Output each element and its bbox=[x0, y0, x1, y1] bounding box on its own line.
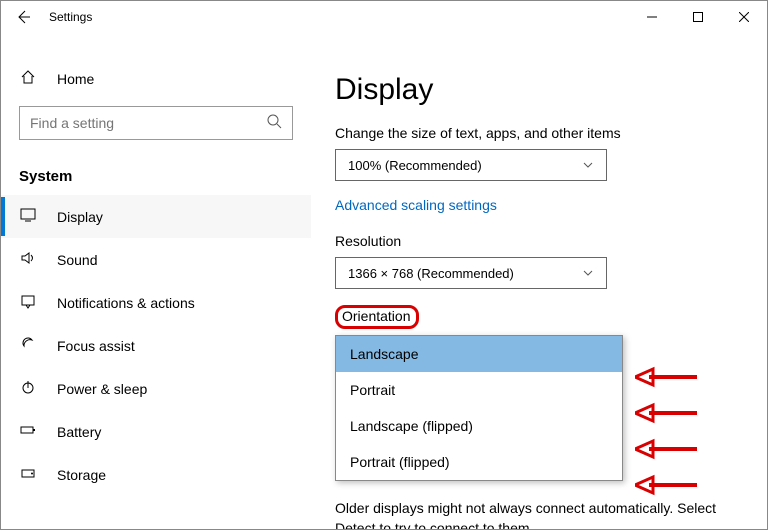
resolution-value: 1366 × 768 (Recommended) bbox=[348, 266, 514, 281]
minimize-button[interactable] bbox=[629, 1, 675, 33]
annotation-arrow bbox=[635, 438, 695, 458]
resolution-select[interactable]: 1366 × 768 (Recommended) bbox=[335, 257, 607, 289]
sidebar-item-storage[interactable]: Storage bbox=[1, 453, 311, 496]
notifications-icon bbox=[19, 293, 37, 312]
display-icon bbox=[19, 207, 37, 226]
sidebar-item-label: Focus assist bbox=[57, 338, 135, 354]
orientation-label: Orientation bbox=[335, 305, 419, 329]
sidebar-item-focus-assist[interactable]: Focus assist bbox=[1, 324, 311, 367]
orientation-dropdown[interactable]: Landscape Portrait Landscape (flipped) P… bbox=[335, 335, 623, 481]
multi-display-note: Older displays might not always connect … bbox=[335, 499, 743, 529]
window-title: Settings bbox=[49, 10, 92, 24]
titlebar: Settings bbox=[1, 1, 767, 33]
scale-label: Change the size of text, apps, and other… bbox=[335, 125, 743, 141]
close-button[interactable] bbox=[721, 1, 767, 33]
orientation-option-landscape[interactable]: Landscape bbox=[336, 336, 622, 372]
sidebar-item-sound[interactable]: Sound bbox=[1, 238, 311, 281]
search-icon bbox=[266, 113, 282, 134]
sidebar-item-label: Notifications & actions bbox=[57, 295, 195, 311]
sidebar-item-notifications[interactable]: Notifications & actions bbox=[1, 281, 311, 324]
power-icon bbox=[19, 379, 37, 398]
section-title: System bbox=[1, 152, 311, 195]
home-label: Home bbox=[57, 71, 94, 87]
battery-icon bbox=[19, 422, 37, 441]
orientation-option-landscape-flipped[interactable]: Landscape (flipped) bbox=[336, 408, 622, 444]
annotation-arrow bbox=[635, 366, 695, 386]
sidebar-item-battery[interactable]: Battery bbox=[1, 410, 311, 453]
sidebar-item-power-sleep[interactable]: Power & sleep bbox=[1, 367, 311, 410]
focus-assist-icon bbox=[19, 336, 37, 355]
sidebar: Home System Display Sound Notifications … bbox=[1, 33, 311, 529]
storage-icon bbox=[19, 465, 37, 484]
home-icon bbox=[19, 69, 37, 88]
home-link[interactable]: Home bbox=[1, 63, 311, 94]
search-field[interactable] bbox=[30, 115, 266, 131]
chevron-down-icon bbox=[582, 159, 594, 171]
orientation-option-portrait[interactable]: Portrait bbox=[336, 372, 622, 408]
content: Display Change the size of text, apps, a… bbox=[311, 33, 767, 529]
annotation-arrow bbox=[635, 474, 695, 494]
sidebar-item-label: Display bbox=[57, 209, 103, 225]
scale-value: 100% (Recommended) bbox=[348, 158, 482, 173]
resolution-label: Resolution bbox=[335, 233, 743, 249]
sidebar-item-label: Battery bbox=[57, 424, 101, 440]
page-title: Display bbox=[335, 73, 743, 107]
back-button[interactable] bbox=[15, 9, 31, 25]
sidebar-item-label: Storage bbox=[57, 467, 106, 483]
sidebar-item-label: Sound bbox=[57, 252, 97, 268]
chevron-down-icon bbox=[582, 267, 594, 279]
sidebar-item-label: Power & sleep bbox=[57, 381, 147, 397]
sidebar-item-display[interactable]: Display bbox=[1, 195, 311, 238]
orientation-option-portrait-flipped[interactable]: Portrait (flipped) bbox=[336, 444, 622, 480]
sound-icon bbox=[19, 250, 37, 269]
scale-select[interactable]: 100% (Recommended) bbox=[335, 149, 607, 181]
maximize-button[interactable] bbox=[675, 1, 721, 33]
search-input[interactable] bbox=[19, 106, 293, 140]
advanced-scaling-link[interactable]: Advanced scaling settings bbox=[335, 197, 497, 213]
annotation-arrow bbox=[635, 402, 695, 422]
